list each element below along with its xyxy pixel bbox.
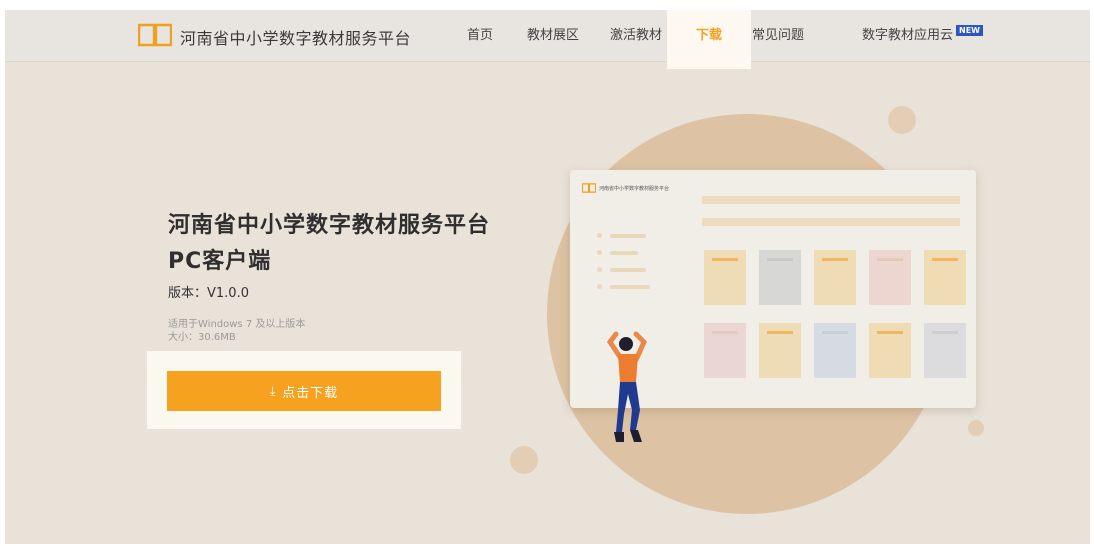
mock-book-card [869,250,911,305]
nav-textbook-showcase[interactable]: 教材展区 [527,10,579,62]
nav-digital-cloud[interactable]: 数字教材应用云 NEW [862,10,983,62]
download-button-label: 点击下载 [282,385,339,401]
version-text: 版本：V1.0.0 [168,286,249,301]
download-icon: ⤓ [269,383,277,398]
mock-line [610,285,650,289]
mock-logo: 河南省中小学数字教材服务平台 [582,183,669,193]
new-badge: NEW [956,25,983,36]
mock-book-card [759,250,801,305]
download-button[interactable]: ⤓ 点击下载 [167,371,441,411]
mock-bar [702,218,960,226]
mock-book-card [814,323,856,378]
mock-dot [597,284,602,289]
nav-activate-textbook[interactable]: 激活教材 [610,10,662,62]
nav-download[interactable]: 下载 [667,10,751,69]
hero-subtitle: PC客户端 [168,249,272,274]
mock-book-card [924,250,966,305]
nav-faq[interactable]: 常见问题 [752,10,804,62]
mock-dot [597,250,602,255]
mock-dot [597,267,602,272]
mock-line [610,234,646,238]
site-logo[interactable]: 河南省中小学数字教材服务平台 [137,23,412,51]
mock-book-card [924,323,966,378]
mock-book-icon [582,183,596,193]
file-size: 大小：30.6MB [168,332,236,343]
mock-dot [597,233,602,238]
page-frame: 河南省中小学数字教材服务平台 首页 教材展区 激活教材 下载 常见问题 数字教材… [5,10,1090,544]
hero-title: 河南省中小学数字教材服务平台 [168,213,491,238]
mock-book-card [814,250,856,305]
nav-home[interactable]: 首页 [467,10,493,62]
nav-digital-cloud-label: 数字教材应用云 [862,28,954,43]
person-illustration-icon [606,331,647,442]
decorative-dot [510,446,538,474]
site-title: 河南省中小学数字教材服务平台 [180,29,412,48]
mock-title: 河南省中小学数字教材服务平台 [599,185,670,192]
book-logo-icon [137,23,173,51]
mock-book-card [704,250,746,305]
mock-book-card [704,323,746,378]
mock-book-card [759,323,801,378]
top-header: 河南省中小学数字教材服务平台 首页 教材展区 激活教材 下载 常见问题 数字教材… [5,10,1090,69]
mock-line [610,251,638,255]
mock-bar [702,196,960,204]
decorative-dot [968,420,984,436]
mock-book-card [869,323,911,378]
decorative-dot [888,106,916,134]
download-area: ⤓ 点击下载 [147,351,461,429]
mock-line [610,268,646,272]
